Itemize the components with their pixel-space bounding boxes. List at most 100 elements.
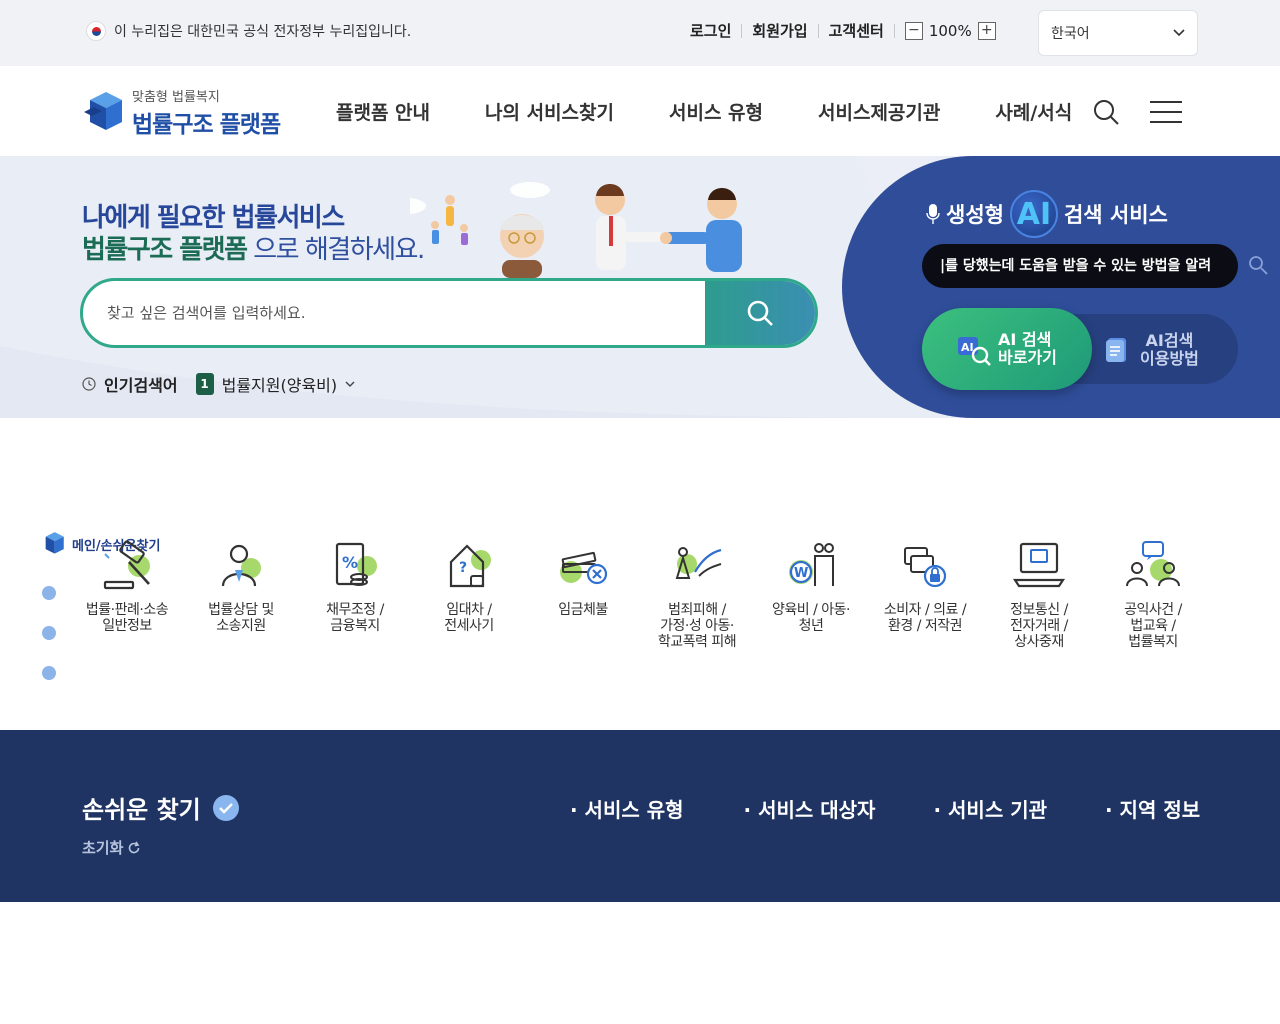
ai-search-go-label: AI 검색 바로가기	[998, 331, 1057, 367]
chevron-down-icon	[1173, 29, 1185, 37]
logo-cube-icon	[84, 91, 122, 130]
category-label: 채무조정 / 금융복지	[326, 602, 384, 634]
utility-nav: 로그인 회원가입 고객센터 − 100% +	[690, 20, 996, 41]
popular-label: 인기검색어	[104, 376, 178, 395]
counselor-icon	[221, 544, 261, 587]
people-handshake-illustration	[410, 182, 742, 278]
category-label: 법률·판례·소송 일반정보	[85, 602, 169, 634]
svg-text:?: ?	[459, 560, 467, 576]
category-item-public-interest[interactable]: 공익사건 / 법교육 / 법률복지	[1096, 538, 1210, 650]
slide-pagination	[42, 586, 56, 706]
ai-title-prefix: 생성형	[946, 203, 1004, 227]
category-item-debt[interactable]: % 채무조정 / 금융복지	[298, 538, 412, 650]
laptop-icon	[1012, 542, 1066, 588]
consumer-lock-icon	[904, 547, 947, 588]
ai-guide-line: AI검색	[1145, 331, 1194, 350]
divider	[741, 23, 743, 38]
category-label: 범죄피해 / 가정·성 아동· 학교폭력 피해	[657, 602, 737, 650]
category-label: 양육비 / 아동· 청년	[772, 602, 850, 634]
pagination-dot[interactable]	[42, 666, 56, 680]
victim-support-icon	[675, 547, 722, 579]
divider	[817, 23, 819, 38]
nav-service-type[interactable]: 서비스 유형	[669, 98, 763, 125]
ai-go-line: 바로가기	[998, 348, 1057, 367]
hero-subheadline: 법률구조 플랫폼 으로 해결하세요.	[82, 229, 425, 266]
zoom-out-button[interactable]: −	[904, 21, 923, 40]
category-item-consumer[interactable]: 소비자 / 의료 / 환경 / 저작권	[868, 538, 982, 650]
category-item-legal-info[interactable]: 법률·판례·소송 일반정보	[70, 538, 184, 650]
divider	[893, 23, 895, 38]
zoom-level: 100%	[928, 21, 972, 40]
main-search-input[interactable]	[107, 281, 697, 345]
ai-guide-label: AI검색 이용방법	[1140, 332, 1199, 368]
category-item-it[interactable]: 정보통신 / 전자거래 / 상사중재	[982, 538, 1096, 650]
refresh-icon	[129, 841, 140, 853]
search-icon[interactable]	[1248, 255, 1268, 275]
nav-cases-forms[interactable]: 사례/서식	[995, 98, 1072, 125]
logo-title: 법률구조 플랫폼	[132, 112, 281, 138]
pagination-dot[interactable]	[42, 626, 56, 640]
ai-title-suffix: 검색 서비스	[1063, 203, 1168, 227]
search-icon[interactable]	[1093, 99, 1119, 125]
category-list: 법률·판례·소송 일반정보 법률상담 및 소송지원 % 채무조정 / 금융복지 …	[70, 538, 1210, 650]
category-item-child-support[interactable]: W 양육비 / 아동· 청년	[754, 538, 868, 650]
login-link[interactable]: 로그인	[690, 20, 731, 41]
korea-flag-icon	[86, 21, 106, 41]
nav-my-service[interactable]: 나의 서비스찾기	[485, 98, 614, 125]
zoom-in-button[interactable]: +	[977, 21, 996, 40]
ai-go-line: AI 검색	[998, 330, 1052, 349]
category-item-crime-victim[interactable]: 범죄피해 / 가정·성 아동· 학교폭력 피해	[640, 538, 754, 650]
signup-link[interactable]: 회원가입	[752, 20, 807, 41]
house-lock-icon: ?	[449, 544, 491, 588]
pagination-dot[interactable]	[42, 586, 56, 600]
ai-magnifier-icon: AI	[958, 337, 991, 366]
svg-text:%: %	[342, 553, 358, 572]
svg-text:AI: AI	[961, 341, 974, 354]
ai-search-go-button[interactable]: AI AI 검색 바로가기	[922, 308, 1092, 390]
hamburger-menu-icon[interactable]	[1150, 101, 1182, 123]
reset-button[interactable]: 초기화	[82, 837, 141, 858]
category-item-wage[interactable]: 임금체불	[526, 538, 640, 650]
money-stack-icon	[560, 551, 608, 585]
svg-text:W: W	[794, 566, 808, 581]
search-icon	[747, 300, 773, 326]
rank-badge: 1	[195, 373, 214, 395]
language-select[interactable]: 한국어	[1038, 10, 1198, 56]
microphone-icon	[926, 204, 940, 224]
chevron-down-icon[interactable]	[345, 380, 355, 388]
nav-provider[interactable]: 서비스제공기관	[818, 98, 940, 125]
easy-nav-region[interactable]: · 지역 정보	[1105, 794, 1200, 823]
category-label: 공익사건 / 법교육 / 법률복지	[1124, 602, 1182, 650]
main-search-box	[80, 278, 818, 348]
main-search-button[interactable]	[705, 281, 815, 345]
clock-icon	[82, 377, 96, 391]
popular-keyword-link[interactable]: 법률지원(양육비)	[222, 372, 338, 396]
category-item-lease[interactable]: ? 임대차 / 전세사기	[412, 538, 526, 650]
easy-nav-provider[interactable]: · 서비스 기관	[933, 794, 1047, 823]
category-label: 법률상담 및 소송지원	[208, 602, 274, 634]
nav-platform-guide[interactable]: 플랫폼 안내	[336, 98, 430, 125]
check-badge-icon	[212, 794, 239, 821]
easy-nav-target[interactable]: · 서비스 대상자	[744, 794, 876, 823]
easy-nav-service-type[interactable]: · 서비스 유형	[570, 794, 684, 823]
site-logo[interactable]: 맞춤형 법률복지 법률구조 플랫폼	[82, 86, 281, 139]
logo-subtitle: 맞춤형 법률복지	[132, 90, 220, 105]
debt-document-icon: %	[335, 542, 377, 586]
ai-guide-button[interactable]: AI검색 이용방법	[1104, 330, 1234, 370]
hero-brand: 법률구조 플랫폼	[82, 235, 248, 265]
ai-search-input[interactable]	[922, 244, 1238, 288]
community-chat-icon	[1126, 541, 1180, 587]
gov-notice: 이 누리집은 대한민국 공식 전자정부 누리집입니다.	[86, 21, 411, 41]
language-value: 한국어	[1051, 26, 1090, 42]
category-label: 임대차 / 전세사기	[444, 602, 494, 634]
support-link[interactable]: 고객센터	[829, 20, 884, 41]
category-item-consulting[interactable]: 법률상담 및 소송지원	[184, 538, 298, 650]
ai-logo-badge: AI	[1009, 190, 1058, 238]
gavel-icon	[103, 540, 150, 590]
document-icon	[1106, 338, 1126, 362]
hero-subheadline-tail: 으로 해결하세요.	[246, 235, 425, 265]
utility-bar: 이 누리집은 대한민국 공식 전자정부 누리집입니다. 로그인 회원가입 고객센…	[0, 0, 1280, 66]
main-nav: 플랫폼 안내 나의 서비스찾기 서비스 유형 서비스제공기관 사례/서식	[336, 98, 1127, 125]
zoom-control: − 100% +	[904, 21, 996, 40]
family-won-icon: W	[789, 543, 834, 586]
